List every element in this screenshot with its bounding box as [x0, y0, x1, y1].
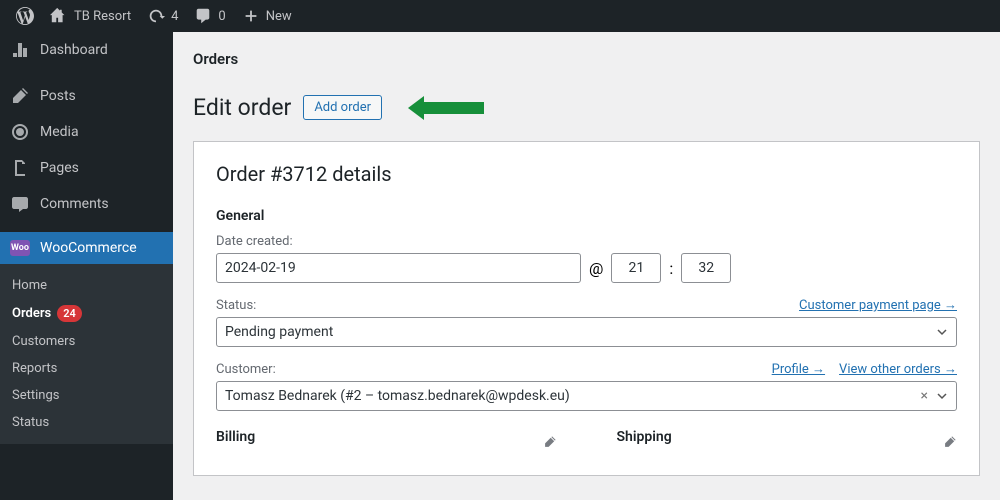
- edit-billing-icon[interactable]: [543, 435, 557, 449]
- admin-sidebar: Dashboard Posts Media Pages Comments Woo…: [0, 32, 173, 500]
- menu-posts[interactable]: Posts: [0, 78, 173, 114]
- woocommerce-icon: Woo: [10, 240, 30, 256]
- add-order-button[interactable]: Add order: [303, 95, 382, 120]
- panel-title: Order #3712 details: [216, 162, 957, 186]
- submenu-customers[interactable]: Customers: [0, 328, 173, 355]
- date-created-label: Date created:: [216, 234, 957, 249]
- menu-woocommerce[interactable]: Woo WooCommerce: [0, 232, 173, 264]
- submenu-status[interactable]: Status: [0, 409, 173, 436]
- breadcrumb: Orders: [193, 50, 980, 68]
- edit-shipping-icon[interactable]: [943, 435, 957, 449]
- at-symbol: @: [589, 259, 603, 278]
- menu-pages[interactable]: Pages: [0, 150, 173, 186]
- customer-payment-page-link[interactable]: Customer payment page →: [799, 297, 957, 313]
- submenu-reports[interactable]: Reports: [0, 355, 173, 382]
- status-label: Status:: [216, 298, 256, 313]
- menu-comments[interactable]: Comments: [0, 186, 173, 222]
- site-name[interactable]: TB Resort: [42, 0, 139, 32]
- chevron-down-icon: [936, 326, 948, 338]
- date-created-input[interactable]: [216, 253, 581, 283]
- clear-customer-icon[interactable]: ×: [913, 388, 936, 404]
- shipping-heading: Shipping: [617, 429, 672, 445]
- customer-select[interactable]: Tomasz Bednarek (#2 – tomasz.bednarek@wp…: [216, 381, 957, 411]
- order-details-panel: Order #3712 details General Date created…: [193, 141, 980, 476]
- chevron-down-icon: [936, 390, 948, 402]
- profile-link[interactable]: Profile →: [772, 361, 825, 377]
- submenu-settings[interactable]: Settings: [0, 382, 173, 409]
- menu-media[interactable]: Media: [0, 114, 173, 150]
- orders-count-badge: 24: [57, 305, 82, 322]
- customer-label: Customer:: [216, 362, 276, 377]
- submenu-home[interactable]: Home: [0, 272, 173, 299]
- view-other-orders-link[interactable]: View other orders →: [839, 361, 957, 377]
- annotation-arrow: [424, 102, 484, 114]
- time-separator: :: [669, 259, 673, 278]
- page-title: Edit order: [193, 94, 291, 121]
- wp-logo[interactable]: [8, 0, 42, 32]
- status-select[interactable]: Pending payment: [216, 317, 957, 347]
- billing-heading: Billing: [216, 429, 255, 445]
- menu-dashboard[interactable]: Dashboard: [0, 32, 173, 68]
- minute-input[interactable]: [681, 253, 731, 283]
- general-heading: General: [216, 208, 957, 224]
- updates[interactable]: 4: [139, 0, 186, 32]
- new-content[interactable]: New: [234, 0, 300, 32]
- hour-input[interactable]: [611, 253, 661, 283]
- submenu-orders[interactable]: Orders 24: [0, 299, 173, 328]
- comments-bubble[interactable]: 0: [186, 0, 233, 32]
